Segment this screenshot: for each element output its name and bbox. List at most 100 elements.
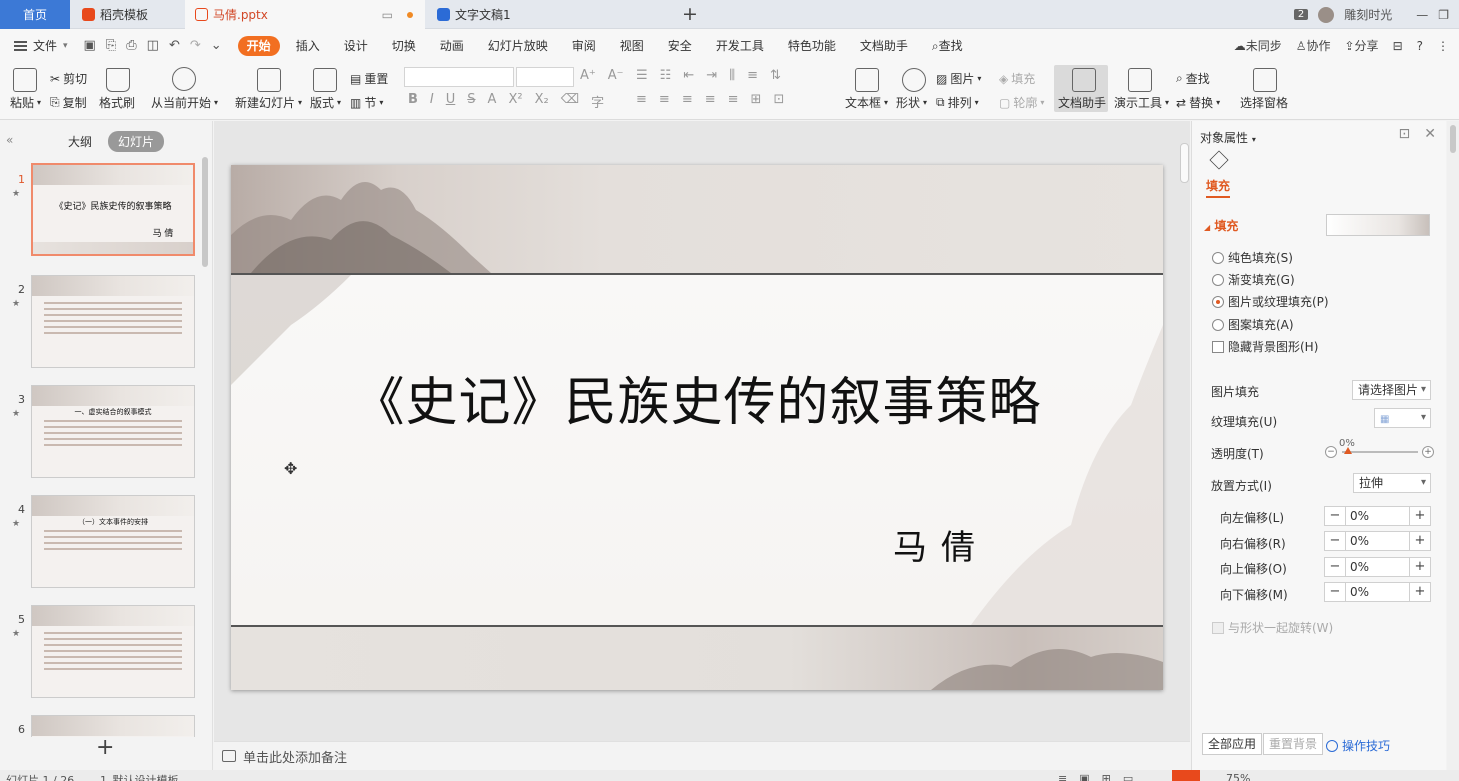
canvas-scrollbar[interactable]: [1180, 143, 1189, 183]
char-spacing-icon[interactable]: 字: [591, 92, 604, 111]
more-icon[interactable]: ⋮: [1437, 39, 1449, 53]
transparency-plus[interactable]: +: [1422, 446, 1434, 458]
fill-preview-swatch[interactable]: [1326, 214, 1430, 236]
offset-bottom-stepper[interactable]: − 0% +: [1324, 582, 1431, 602]
share-button[interactable]: ⇪分享: [1344, 37, 1378, 54]
bullets-icon[interactable]: ☰: [636, 68, 648, 83]
radio-gradient-fill[interactable]: 渐变填充(G): [1212, 271, 1295, 288]
minimize-icon[interactable]: —: [1416, 8, 1428, 22]
zoom-level[interactable]: 75%: [1226, 772, 1250, 781]
avatar[interactable]: [1318, 6, 1335, 23]
format-painter-button[interactable]: 格式刷: [99, 94, 135, 111]
tab-special[interactable]: 特色功能: [776, 36, 848, 56]
minus-icon[interactable]: −: [1325, 532, 1345, 550]
preview-icon[interactable]: ◫: [147, 38, 159, 53]
offset-left-stepper[interactable]: − 0% +: [1324, 506, 1431, 526]
fill-button[interactable]: ◈ 填充: [999, 70, 1035, 87]
transparency-minus[interactable]: −: [1325, 446, 1337, 458]
minus-icon[interactable]: −: [1325, 507, 1345, 525]
panel-title[interactable]: 对象属性 ▾: [1200, 129, 1256, 146]
bold-icon[interactable]: B: [408, 92, 418, 111]
shape-button[interactable]: 形状 ▾: [896, 94, 927, 111]
justify-icon[interactable]: ≡: [705, 92, 716, 107]
clear-format-icon[interactable]: ⌫: [561, 92, 579, 111]
panel-scrollbar[interactable]: [1447, 121, 1459, 770]
offset-top-stepper[interactable]: − 0% +: [1324, 557, 1431, 577]
slide-thumbnail-5[interactable]: [31, 605, 195, 698]
textbox-button[interactable]: 文本框 ▾: [845, 94, 888, 111]
distribute-icon[interactable]: ≡: [728, 92, 739, 107]
picture-button[interactable]: ▨ 图片 ▾: [936, 70, 981, 87]
slide-thumbnail-2[interactable]: [31, 275, 195, 368]
doc-assistant-button[interactable]: 文档助手: [1058, 94, 1106, 111]
section-button[interactable]: ▥ 节 ▾: [350, 94, 383, 111]
increase-font-icon[interactable]: A⁺: [580, 68, 596, 83]
replace-button[interactable]: ⇄ 替换 ▾: [1176, 94, 1220, 111]
italic-icon[interactable]: I: [430, 92, 434, 111]
collapse-pane-icon[interactable]: «: [6, 133, 13, 147]
decrease-font-icon[interactable]: A⁻: [608, 68, 624, 83]
tab-transition[interactable]: 切换: [380, 36, 428, 56]
strikethrough-icon[interactable]: S: [467, 92, 475, 111]
presenter-tools-button[interactable]: 演示工具 ▾: [1114, 94, 1169, 111]
tab-developer[interactable]: 开发工具: [704, 36, 776, 56]
help-icon[interactable]: ?: [1417, 39, 1423, 53]
apply-all-button[interactable]: 全部应用: [1202, 733, 1263, 755]
subscript-icon[interactable]: X₂: [535, 92, 549, 111]
offset-right-stepper[interactable]: − 0% +: [1324, 531, 1431, 551]
offset-right-value[interactable]: 0%: [1345, 532, 1410, 550]
slide-author-text[interactable]: 马倩: [893, 520, 989, 569]
cut-button[interactable]: ✂ 剪切: [50, 70, 87, 87]
panel-scroll-thumb[interactable]: [1450, 125, 1456, 153]
tab-slides[interactable]: 幻灯片: [108, 131, 165, 152]
export-icon[interactable]: ⎘: [106, 38, 116, 53]
tab-design[interactable]: 设计: [332, 36, 380, 56]
slide-thumbnail-6[interactable]: [31, 715, 195, 737]
new-tab-plus-icon[interactable]: +: [682, 3, 698, 25]
from-current-button[interactable]: 从当前开始 ▾: [151, 94, 218, 111]
reading-view-icon[interactable]: ▭: [1123, 772, 1133, 781]
tab-start[interactable]: 开始: [237, 35, 280, 56]
slide-title-text[interactable]: 《史记》民族史传的叙事策略: [231, 360, 1163, 435]
radio-solid-fill[interactable]: 纯色填充(S): [1212, 249, 1293, 266]
username[interactable]: 雕刻时光: [1344, 6, 1392, 23]
save-icon[interactable]: ▣: [84, 38, 96, 53]
sorter-view-icon[interactable]: ⊞: [1102, 772, 1111, 781]
checkbox-rotate-with-shape[interactable]: 与形状一起旋转(W): [1212, 619, 1333, 636]
offset-bottom-value[interactable]: 0%: [1345, 583, 1410, 601]
align-right-icon[interactable]: ≡: [682, 92, 693, 107]
collab-button[interactable]: ♙协作: [1296, 37, 1331, 54]
tab-view[interactable]: 视图: [608, 36, 656, 56]
find-button[interactable]: ⌕ 查找: [1176, 70, 1210, 87]
font-size-select[interactable]: [516, 67, 574, 87]
toolbar-toggle-icon[interactable]: ⊟: [1393, 39, 1403, 53]
file-menu[interactable]: 文件 ▾: [0, 37, 68, 54]
smartart-icon[interactable]: ⊡: [773, 92, 784, 107]
reset-button[interactable]: ▤ 重置: [350, 70, 388, 87]
layout-button[interactable]: 版式 ▾: [310, 94, 341, 111]
lock-icon[interactable]: ⊡: [1399, 126, 1411, 142]
tab-home[interactable]: 首页: [0, 0, 70, 29]
indent-icon[interactable]: ⇥: [706, 68, 717, 83]
align-center-icon[interactable]: ≡: [659, 92, 670, 107]
notes-view-icon[interactable]: ≡: [1058, 772, 1067, 781]
superscript-icon[interactable]: X²: [508, 92, 522, 111]
tab-fill[interactable]: 填充: [1206, 177, 1231, 198]
redo-icon[interactable]: ↷: [190, 38, 201, 53]
radio-pattern-fill[interactable]: 图案填充(A): [1212, 316, 1294, 333]
checkbox-hide-bg[interactable]: 隐藏背景图形(H): [1212, 338, 1318, 355]
copy-button[interactable]: ⎘ 复制: [50, 94, 87, 111]
align-left-icon[interactable]: ≡: [636, 92, 647, 107]
selection-pane-button[interactable]: 选择窗格: [1240, 94, 1288, 111]
normal-view-icon[interactable]: ▣: [1079, 772, 1089, 781]
outdent-icon[interactable]: ⇤: [683, 68, 694, 83]
vertical-align-icon[interactable]: ⊞: [751, 92, 762, 107]
slide-thumbnail-3[interactable]: 一、虚实结合的叙事模式: [31, 385, 195, 478]
slide-thumbnail-4[interactable]: （一）文本事件的安排: [31, 495, 195, 588]
close-icon[interactable]: ✕: [1424, 126, 1436, 142]
fill-section-header[interactable]: ◢ 填充: [1204, 217, 1238, 234]
font-family-select[interactable]: [404, 67, 514, 87]
thumbnail-scrollbar[interactable]: [202, 157, 208, 267]
customize-icon[interactable]: ⌄: [211, 38, 222, 53]
tips-link[interactable]: 操作技巧: [1326, 737, 1390, 754]
